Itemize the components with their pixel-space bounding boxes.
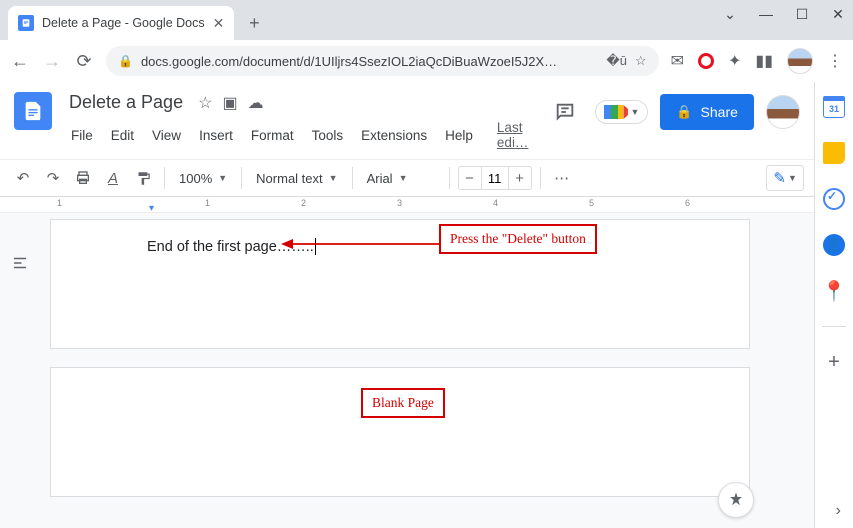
maps-icon[interactable]: 📍 bbox=[823, 280, 845, 302]
editing-mode-select[interactable]: ✎ ▼ bbox=[766, 165, 804, 191]
maximize-icon[interactable]: ☐ bbox=[793, 6, 811, 23]
outline-toggle-icon[interactable] bbox=[6, 249, 34, 277]
zoom-select[interactable]: 100%▼ bbox=[173, 171, 233, 186]
browser-chrome: Delete a Page - Google Docs ✕ + ⌄ ― ☐ ✕ … bbox=[0, 0, 853, 82]
forward-button[interactable]: → bbox=[42, 51, 62, 72]
menu-edit[interactable]: Edit bbox=[104, 125, 141, 146]
bookmark-icon[interactable]: ☆ bbox=[635, 53, 647, 69]
ruler[interactable]: 1 ▾ 1 2 3 4 5 6 bbox=[0, 197, 814, 213]
lock-icon: 🔒 bbox=[676, 104, 692, 120]
explore-button[interactable] bbox=[718, 482, 754, 518]
back-button[interactable]: ← bbox=[10, 51, 30, 72]
annotation-delete-hint: Press the "Delete" button bbox=[439, 224, 597, 254]
menu-help[interactable]: Help bbox=[438, 125, 480, 146]
menu-file[interactable]: File bbox=[64, 125, 100, 146]
print-button[interactable] bbox=[70, 165, 96, 191]
docs-favicon bbox=[18, 15, 34, 31]
docs-app: Delete a Page ☆ ▣ ☁ File Edit View Inser… bbox=[0, 82, 853, 528]
style-select[interactable]: Normal text▼ bbox=[250, 171, 343, 186]
share-button[interactable]: 🔒 Share bbox=[660, 94, 754, 130]
tab-strip: Delete a Page - Google Docs ✕ + ⌄ ― ☐ ✕ bbox=[0, 0, 853, 40]
side-separator bbox=[822, 326, 846, 327]
page-list: End of the first page…….. Press the "Del… bbox=[50, 213, 750, 528]
increase-font-button[interactable]: + bbox=[509, 167, 531, 189]
window-controls: ⌄ ― ☐ ✕ bbox=[721, 6, 847, 23]
title-block: Delete a Page ☆ ▣ ☁ File Edit View Inser… bbox=[64, 90, 535, 153]
dropdown-icon[interactable]: ⌄ bbox=[721, 6, 739, 23]
decrease-font-button[interactable]: − bbox=[459, 167, 481, 189]
font-size-input[interactable] bbox=[481, 167, 509, 189]
install-icon[interactable]: �ū bbox=[606, 53, 627, 69]
ruler-mark: 4 bbox=[493, 198, 498, 208]
document-title[interactable]: Delete a Page bbox=[64, 90, 188, 115]
more-tools-button[interactable]: ⋯ bbox=[549, 165, 575, 191]
opera-extension-icon[interactable] bbox=[698, 53, 714, 69]
keep-icon[interactable] bbox=[823, 142, 845, 164]
minimize-icon[interactable]: ― bbox=[757, 6, 775, 23]
menu-view[interactable]: View bbox=[145, 125, 188, 146]
mail-icon[interactable]: ✉ bbox=[671, 51, 684, 71]
font-size-control: − + bbox=[458, 166, 532, 190]
ruler-mark: 6 bbox=[685, 198, 690, 208]
reload-button[interactable]: ⟳ bbox=[74, 51, 94, 72]
font-select[interactable]: Arial▼ bbox=[361, 171, 441, 186]
move-icon[interactable]: ▣ bbox=[222, 93, 237, 113]
undo-button[interactable]: ↶ bbox=[10, 165, 36, 191]
spellcheck-button[interactable]: A bbox=[100, 165, 126, 191]
ruler-mark: 5 bbox=[589, 198, 594, 208]
last-edit-link[interactable]: Last edi… bbox=[490, 117, 536, 153]
menu-extensions[interactable]: Extensions bbox=[354, 125, 434, 146]
menu-format[interactable]: Format bbox=[244, 125, 301, 146]
profile-avatar[interactable] bbox=[787, 48, 813, 74]
browser-menu-icon[interactable]: ⋮ bbox=[827, 51, 843, 71]
indent-marker[interactable]: ▾ bbox=[149, 203, 154, 213]
menu-insert[interactable]: Insert bbox=[192, 125, 240, 146]
add-on-button[interactable]: + bbox=[828, 351, 840, 374]
docs-header: Delete a Page ☆ ▣ ☁ File Edit View Inser… bbox=[0, 82, 814, 153]
page-1[interactable]: End of the first page…….. Press the "Del… bbox=[50, 219, 750, 349]
document-canvas[interactable]: End of the first page…….. Press the "Del… bbox=[0, 213, 814, 528]
annotation-blank-page: Blank Page bbox=[361, 388, 445, 418]
paint-format-button[interactable] bbox=[130, 165, 156, 191]
star-icon[interactable]: ☆ bbox=[198, 93, 212, 113]
header-actions: ▼ 🔒 Share bbox=[547, 90, 799, 130]
account-avatar[interactable] bbox=[766, 95, 800, 129]
redo-button[interactable]: ↷ bbox=[40, 165, 66, 191]
reading-list-icon[interactable]: ▮▮ bbox=[755, 51, 773, 71]
docs-main: Delete a Page ☆ ▣ ☁ File Edit View Inser… bbox=[0, 82, 814, 528]
menu-bar: File Edit View Insert Format Tools Exten… bbox=[64, 117, 535, 153]
share-label: Share bbox=[701, 104, 738, 120]
ruler-mark: 3 bbox=[397, 198, 402, 208]
pencil-icon: ✎ bbox=[773, 169, 786, 187]
toolbar-extensions: ✉ ✦ ▮▮ ⋮ bbox=[671, 48, 843, 74]
browser-tab[interactable]: Delete a Page - Google Docs ✕ bbox=[8, 6, 234, 40]
format-toolbar: ↶ ↷ A 100%▼ Normal text▼ Arial▼ − bbox=[0, 159, 814, 197]
url-text: docs.google.com/document/d/1UIljrs4SsezI… bbox=[141, 54, 598, 69]
collapse-panel-icon[interactable]: › bbox=[836, 502, 841, 520]
calendar-icon[interactable]: 31 bbox=[823, 96, 845, 118]
close-window-icon[interactable]: ✕ bbox=[829, 6, 847, 23]
tab-close-icon[interactable]: ✕ bbox=[213, 15, 225, 32]
comment-history-icon[interactable] bbox=[547, 94, 583, 130]
page-2[interactable]: Blank Page bbox=[50, 367, 750, 497]
extensions-icon[interactable]: ✦ bbox=[728, 51, 741, 71]
new-tab-button[interactable]: + bbox=[240, 9, 268, 37]
side-panel: 31 👤 📍 + › bbox=[814, 82, 853, 528]
address-bar: ← → ⟳ 🔒 docs.google.com/document/d/1UIlj… bbox=[0, 40, 853, 82]
contacts-icon[interactable]: 👤 bbox=[823, 234, 845, 256]
docs-logo[interactable] bbox=[14, 92, 52, 130]
lock-icon: 🔒 bbox=[118, 54, 133, 68]
tasks-icon[interactable] bbox=[823, 188, 845, 210]
tab-title: Delete a Page - Google Docs bbox=[42, 16, 205, 30]
cloud-status-icon[interactable]: ☁ bbox=[248, 93, 264, 113]
annotation-arrow bbox=[281, 237, 441, 251]
meet-button[interactable]: ▼ bbox=[595, 100, 648, 124]
ruler-mark: 1 bbox=[57, 198, 62, 208]
url-field[interactable]: 🔒 docs.google.com/document/d/1UIljrs4Sse… bbox=[106, 46, 659, 76]
menu-tools[interactable]: Tools bbox=[305, 125, 351, 146]
ruler-mark: 1 bbox=[205, 198, 210, 208]
ruler-mark: 2 bbox=[301, 198, 306, 208]
